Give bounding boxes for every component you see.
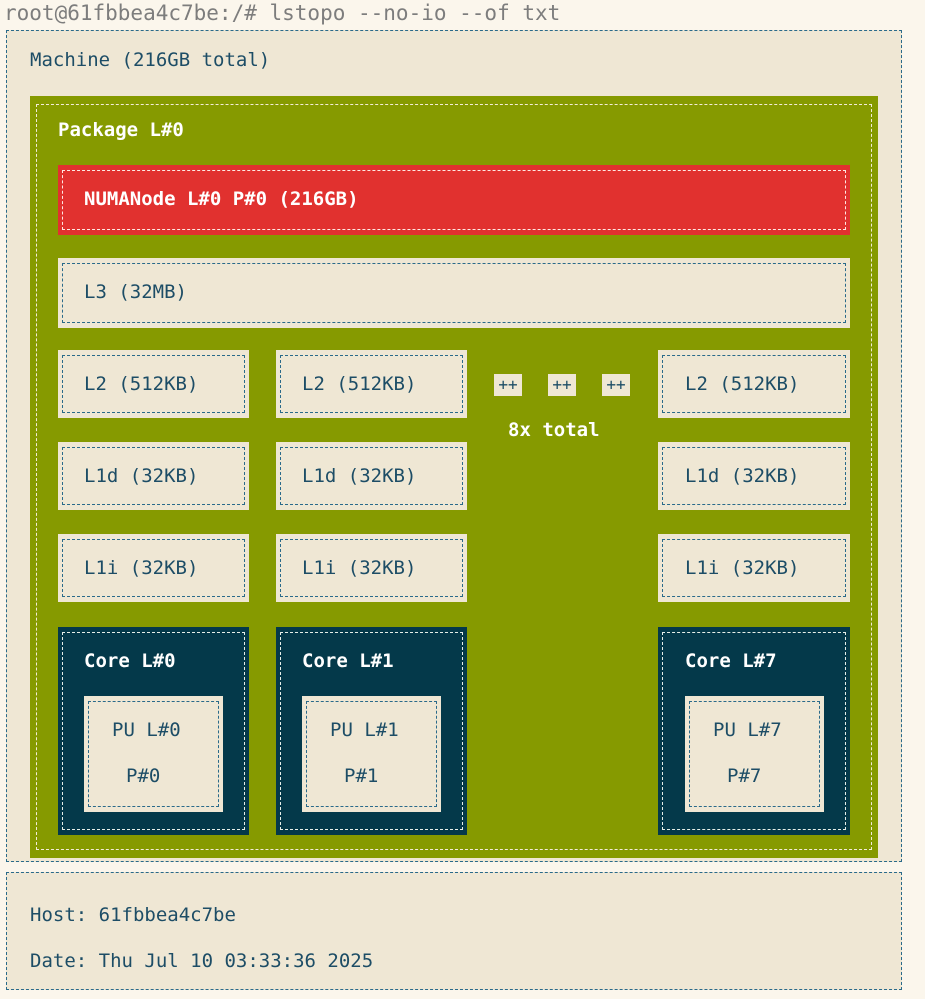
l2-cache-label: L2 (512KB) — [302, 373, 417, 395]
l1d-cache-label: L1d (32KB) — [685, 465, 800, 487]
core-label: Core L#0 — [84, 650, 176, 672]
numa-node-label: NUMANode L#0 P#0 (216GB) — [84, 188, 359, 210]
core-label: Core L#1 — [302, 650, 394, 672]
collapsed-total-label: 8x total — [508, 419, 600, 441]
pu-label: PU L#1 — [330, 719, 399, 741]
package-label: Package L#0 — [58, 119, 184, 141]
pu-label: PU L#7 — [713, 719, 782, 741]
host-line: Host: 61fbbea4c7be — [30, 904, 236, 926]
pu-border — [306, 701, 437, 807]
collapsed-marker: ++ — [602, 374, 630, 396]
pu-physical-label: P#1 — [344, 765, 379, 787]
collapsed-marker: ++ — [548, 374, 576, 396]
pu-physical-label: P#0 — [126, 765, 161, 787]
pu-label: PU L#0 — [112, 719, 181, 741]
host-info-box — [6, 872, 902, 990]
l1i-cache-label: L1i (32KB) — [685, 557, 800, 579]
pu-border — [88, 701, 219, 807]
l2-cache-label: L2 (512KB) — [685, 373, 800, 395]
pu-physical-label: P#7 — [727, 765, 762, 787]
l1d-cache-label: L1d (32KB) — [84, 465, 199, 487]
pu-border — [689, 701, 820, 807]
l1i-cache-label: L1i (32KB) — [84, 557, 199, 579]
l3-cache-label: L3 (32MB) — [84, 281, 187, 303]
machine-label: Machine (216GB total) — [30, 49, 271, 71]
l1i-cache-label: L1i (32KB) — [302, 557, 417, 579]
core-label: Core L#7 — [685, 650, 777, 672]
date-line: Date: Thu Jul 10 03:33:36 2025 — [30, 950, 374, 972]
collapsed-marker: ++ — [494, 374, 522, 396]
l2-cache-label: L2 (512KB) — [84, 373, 199, 395]
l1d-cache-label: L1d (32KB) — [302, 465, 417, 487]
command-line: root@61fbbea4c7be:/# lstopo --no-io --of… — [4, 1, 561, 25]
